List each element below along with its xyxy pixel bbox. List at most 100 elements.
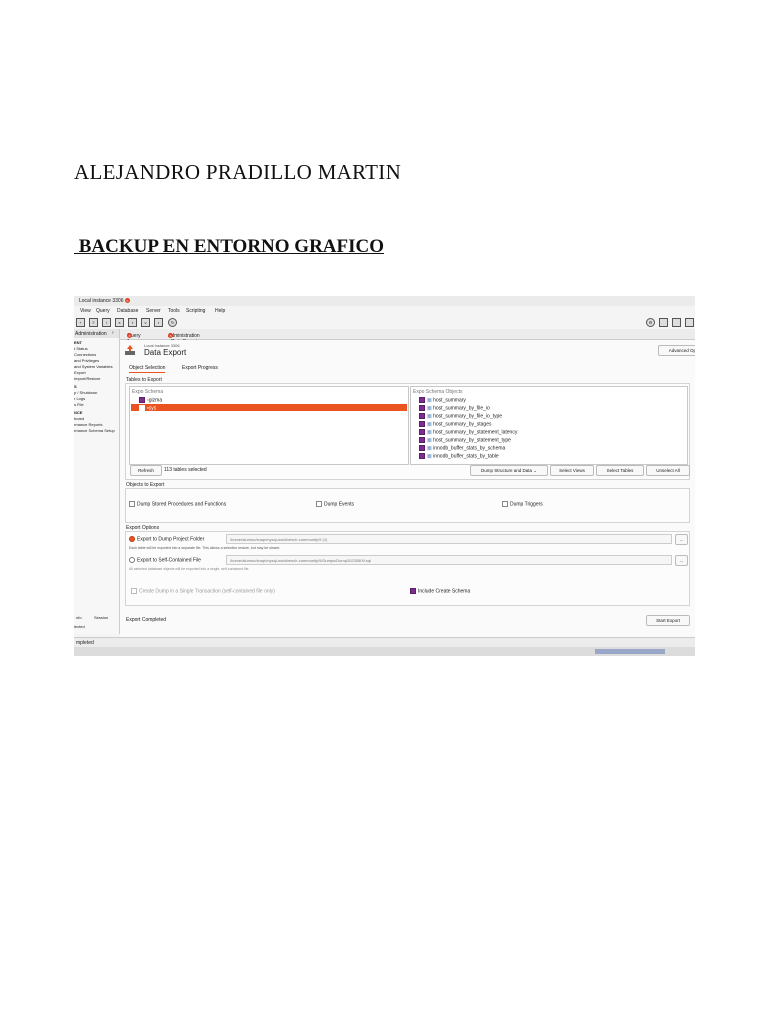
menu-tools[interactable]: Tools	[168, 308, 180, 314]
inspect-icon[interactable]: i	[102, 318, 111, 327]
sidebar-item[interactable]: and Privileges	[74, 358, 99, 363]
export-folder-radio[interactable]: Export to Dump Project Folder	[129, 536, 204, 542]
checkbox[interactable]	[419, 453, 425, 459]
radio[interactable]	[129, 536, 135, 542]
checkbox[interactable]	[419, 421, 425, 427]
object-row[interactable]: ▦ host_summary_by_statement_latency	[419, 429, 517, 435]
schema-objects-list[interactable]: Expo Schema Objects ▦ host_summary ▦ hos…	[410, 386, 688, 465]
checkbox[interactable]	[502, 501, 508, 507]
sidebar-tab-info[interactable]: nfo	[76, 615, 82, 620]
new-sql-tab-icon[interactable]: +	[76, 318, 85, 327]
sidebar-item[interactable]: Export	[74, 370, 86, 375]
connection-tab[interactable]: Local instance 3306 ×	[79, 298, 130, 304]
schema-row[interactable]: ▪gizma	[139, 397, 162, 403]
sidebar-item[interactable]: Connections	[74, 352, 96, 357]
browse-folder-button[interactable]: ...	[675, 534, 688, 545]
checkbox[interactable]	[139, 397, 145, 403]
open-sql-icon[interactable]: ≡	[89, 318, 98, 327]
status-text: mpleted	[76, 640, 94, 646]
object-row[interactable]: ▦ host_summary	[419, 397, 466, 403]
sidebar-header-label: Administration	[75, 331, 107, 337]
toggle-secondary-sidebar-icon[interactable]	[685, 318, 694, 327]
object-row[interactable]: ▦ host_summary_by_stages	[419, 421, 492, 427]
checkbox[interactable]	[131, 588, 137, 594]
object-row[interactable]: ▦ host_summary_by_file_io_type	[419, 413, 502, 419]
checkbox[interactable]	[410, 588, 416, 594]
toggle-sidebar-icon[interactable]	[659, 318, 668, 327]
sidebar-item[interactable]: rmance Schema Setup	[74, 428, 115, 433]
dump-mode-value: Dump Structure and Data	[480, 468, 532, 473]
sidebar-item[interactable]: and System Variables	[74, 364, 113, 369]
chevron-right-icon[interactable]: ›	[112, 330, 114, 336]
sidebar-header[interactable]: Administration ›	[74, 329, 119, 338]
single-transaction-option[interactable]: Create Dump in a Single Transaction (sel…	[131, 588, 275, 594]
object-name: innodb_buffer_stats_by_schema	[433, 445, 506, 452]
close-icon[interactable]: ×	[168, 333, 173, 338]
object-name: host_summary_by_file_io	[433, 405, 490, 412]
include-create-schema-option[interactable]: Include Create Schema	[410, 588, 470, 594]
dump-mode-select[interactable]: Dump Structure and Data ⌄	[470, 465, 548, 476]
menu-scripting[interactable]: Scripting	[186, 308, 205, 314]
sidebar-item[interactable]: s File	[74, 402, 84, 407]
object-row[interactable]: ▦ innodb_buffer_stats_by_table	[419, 453, 499, 459]
sidebar-item[interactable]: t Status	[74, 346, 88, 351]
start-export-button[interactable]: Start Export	[646, 615, 690, 626]
file-path-field[interactable]: /home/alumno/snap/mysql-workbench-commun…	[226, 555, 672, 565]
menu-database[interactable]: Database	[117, 308, 138, 314]
schema-list[interactable]: Expo Schema ▪gizma ▪sys	[129, 386, 409, 465]
radio[interactable]	[129, 557, 135, 563]
tab-export-progress[interactable]: Export Progress	[182, 365, 218, 371]
checkbox[interactable]	[316, 501, 322, 507]
sidebar-tab-session[interactable]: Session	[94, 615, 108, 620]
object-row[interactable]: ▦ innodb_buffer_stats_by_schema	[419, 445, 505, 451]
sidebar-item[interactable]: board	[74, 416, 84, 421]
sidebar-item[interactable]: p / Shutdown	[74, 390, 97, 395]
create-table-icon[interactable]: t	[128, 318, 137, 327]
unselect-all-button[interactable]: Unselect All	[646, 465, 690, 476]
menu-query[interactable]: Query	[96, 308, 110, 314]
toggle-output-icon[interactable]	[672, 318, 681, 327]
advanced-options-button[interactable]: Advanced Options...	[658, 345, 695, 356]
object-row[interactable]: ▦ host_summary_by_statement_type	[419, 437, 511, 443]
dump-events-option[interactable]: Dump Events	[316, 501, 354, 507]
object-row[interactable]: ▦ host_summary_by_file_io	[419, 405, 490, 411]
folder-path-field[interactable]: /home/alumno/snap/mysql-workbench-commun…	[226, 534, 672, 544]
dump-procedures-option[interactable]: Dump Stored Procedures and Functions	[129, 501, 226, 507]
checkbox[interactable]	[419, 429, 425, 435]
checkbox[interactable]	[419, 397, 425, 403]
checkbox[interactable]	[419, 413, 425, 419]
export-status: Export Completed	[126, 617, 167, 623]
refresh-button[interactable]: Refresh	[130, 465, 162, 476]
checkbox[interactable]	[139, 405, 145, 411]
schema-list-header: Expo Schema	[132, 389, 164, 395]
select-views-button[interactable]: Select Views	[550, 465, 594, 476]
close-icon[interactable]: ×	[127, 333, 132, 338]
create-schema-icon[interactable]: s	[115, 318, 124, 327]
dump-triggers-option[interactable]: Dump Triggers	[502, 501, 543, 507]
option-label: Dump Events	[324, 501, 355, 508]
export-file-radio[interactable]: Export to Self-Contained File	[129, 557, 201, 563]
close-icon[interactable]: ×	[124, 298, 130, 304]
workbench-screenshot: Local instance 3306 × View Query Databas…	[74, 296, 695, 656]
select-tables-button[interactable]: Select Tables	[596, 465, 644, 476]
page-title: Data Export	[144, 348, 187, 357]
create-view-icon[interactable]: v	[141, 318, 150, 327]
menu-view[interactable]: View	[80, 308, 91, 314]
settings-icon[interactable]: ⚙	[646, 318, 655, 327]
schema-row-selected[interactable]: ▪sys	[131, 404, 407, 411]
checkbox[interactable]	[419, 445, 425, 451]
sidebar-item[interactable]: r Logs	[74, 396, 85, 401]
menu-help[interactable]: Help	[215, 308, 225, 314]
sidebar-item[interactable]: rmance Reports	[74, 422, 102, 427]
sidebar-item[interactable]: Import/Restore	[74, 376, 100, 381]
menu-server[interactable]: Server	[146, 308, 161, 314]
reconnect-icon[interactable]: ↻	[168, 318, 177, 327]
data-export-panel: Local instance 3306 Data Export Advanced…	[120, 340, 695, 637]
browse-file-button[interactable]: ...	[675, 555, 688, 566]
tab-object-selection[interactable]: Object Selection	[129, 365, 166, 373]
checkbox[interactable]	[129, 501, 135, 507]
object-name: innodb_buffer_stats_by_table	[433, 453, 499, 460]
checkbox[interactable]	[419, 405, 425, 411]
create-routine-icon[interactable]: r	[154, 318, 163, 327]
checkbox[interactable]	[419, 437, 425, 443]
